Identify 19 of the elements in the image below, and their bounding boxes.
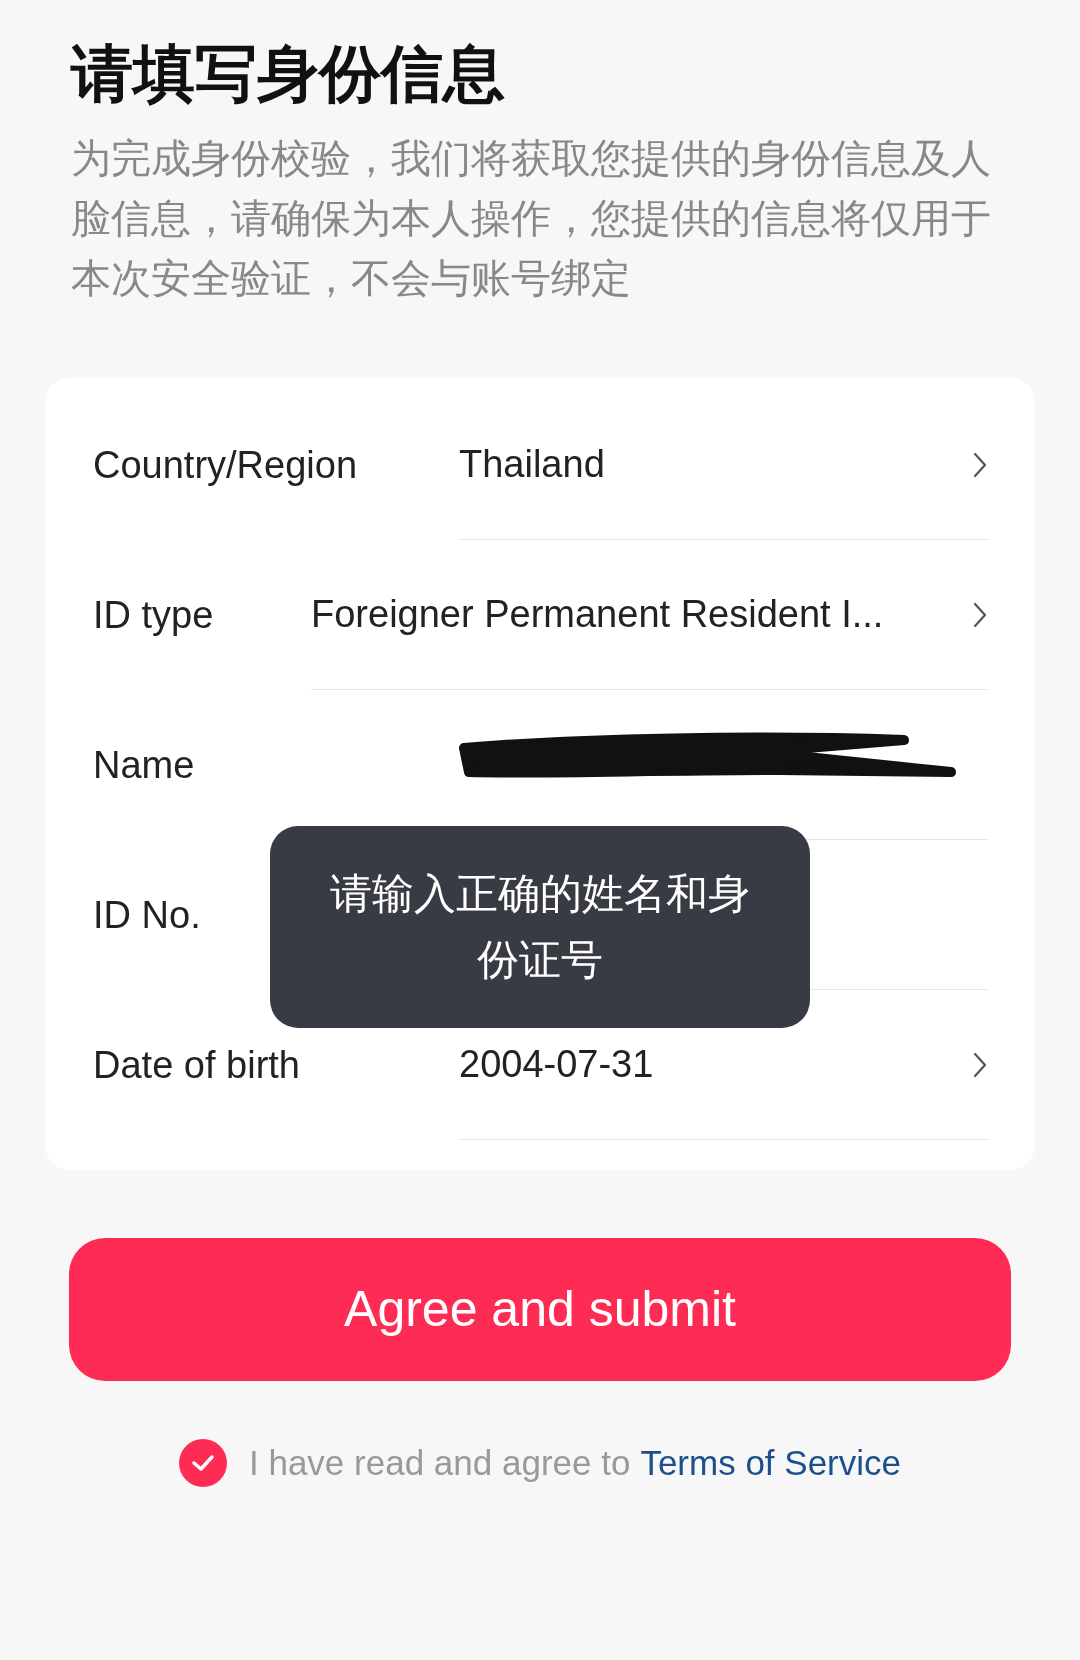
- toast-message: 请输入正确的姓名和身份证号: [330, 869, 750, 985]
- field-label: ID type: [93, 592, 214, 638]
- chevron-right-icon: [972, 600, 988, 629]
- terms-link[interactable]: Terms of Service: [640, 1437, 901, 1490]
- field-label: ID No.: [93, 892, 201, 938]
- page-title: 请填写身份信息: [71, 38, 506, 110]
- field-value[interactable]: Thailand: [459, 436, 956, 493]
- field-label: Date of birth: [93, 1042, 300, 1088]
- submit-button[interactable]: Agree and submit: [69, 1238, 1011, 1381]
- field-label: Country/Region: [93, 442, 358, 488]
- agreement-text: I have read and agree to: [249, 1442, 631, 1484]
- check-icon: [191, 1453, 215, 1474]
- chevron-right-icon: [972, 450, 988, 479]
- field-value[interactable]: Foreigner Permanent Resident I...: [311, 586, 956, 643]
- field-value[interactable]: 2004-07-31: [459, 1036, 956, 1093]
- description-text: 为完成身份校验，我们将获取您提供的身份信息及人脸信息，请确保为本人操作，您提供的信息将仅用于本次安全验证，不会与账号绑定: [71, 135, 992, 302]
- chevron-right-icon: [972, 1050, 988, 1079]
- agree-checkbox[interactable]: [179, 1439, 227, 1488]
- field-label: Name: [93, 742, 195, 788]
